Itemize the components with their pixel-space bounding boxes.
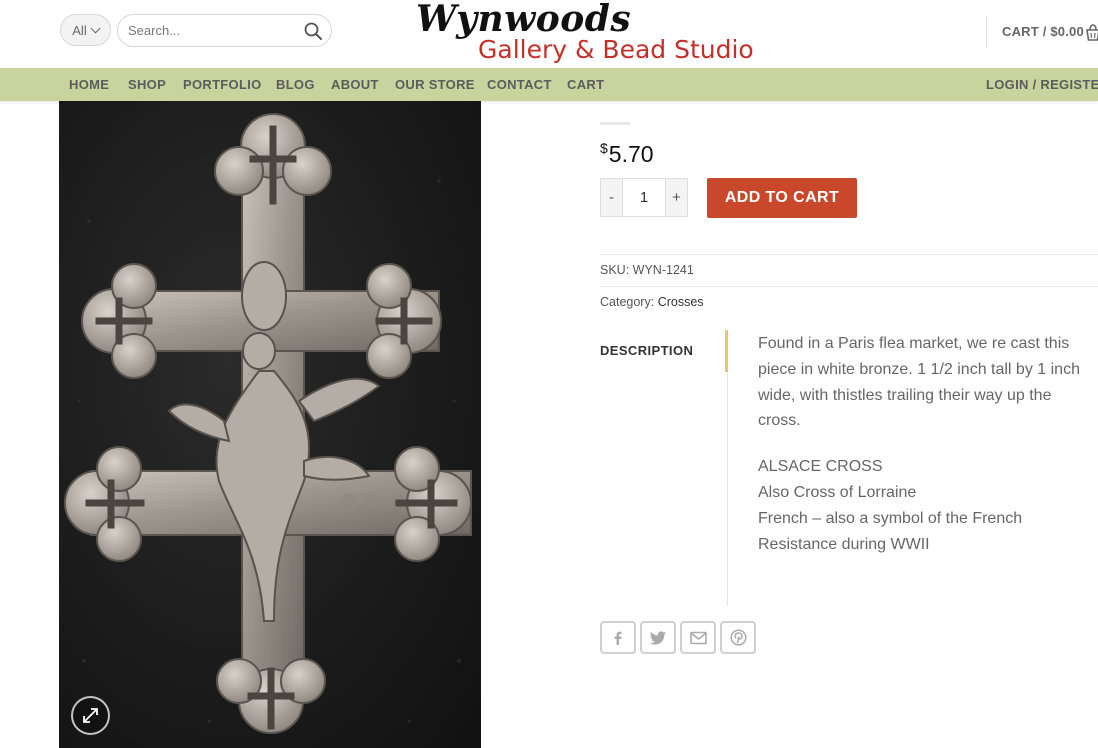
- nav-item-about[interactable]: ABOUT: [331, 77, 379, 92]
- search-category-select[interactable]: All: [60, 14, 111, 46]
- zoom-button[interactable]: [71, 696, 110, 735]
- quantity-stepper: - +: [600, 178, 688, 217]
- description-line: ALSACE CROSS: [758, 458, 883, 476]
- nav-item-cart[interactable]: CART: [567, 77, 604, 92]
- product-sku: SKU: WYN-1241: [600, 263, 694, 277]
- category-link[interactable]: Crosses: [658, 295, 704, 309]
- category-label: Category:: [600, 295, 655, 309]
- share-facebook-button[interactable]: [600, 621, 636, 654]
- search-field-wrap: [117, 14, 332, 47]
- twitter-icon: [649, 630, 666, 645]
- nav-item-shop[interactable]: SHOP: [128, 77, 166, 92]
- facebook-icon: [614, 631, 622, 645]
- add-to-cart-button[interactable]: ADD TO CART: [707, 178, 857, 218]
- main-nav: HOME SHOP PORTFOLIO BLOG ABOUT OUR STORE…: [0, 68, 1098, 101]
- cross-pendant-illustration: [64, 113, 472, 734]
- nav-item-blog[interactable]: BLOG: [276, 77, 315, 92]
- search-category-label: All: [72, 22, 87, 38]
- divider: [600, 286, 1098, 287]
- site-header: All Wynwoods Gallery & Bead Studio CART …: [0, 0, 1098, 68]
- tab-description[interactable]: DESCRIPTION: [600, 343, 693, 358]
- nav-item-our-store[interactable]: OUR STORE: [395, 77, 475, 92]
- sku-value: WYN-1241: [632, 263, 694, 277]
- product-description: Found in a Paris flea market, we re cast…: [758, 331, 1088, 557]
- share-email-button[interactable]: [680, 621, 716, 654]
- description-line: French – also a symbol of the French Res…: [758, 509, 1023, 553]
- sku-label: SKU:: [600, 263, 630, 277]
- description-line: Also Cross of Lorraine: [758, 483, 917, 501]
- nav-item-portfolio[interactable]: PORTFOLIO: [183, 77, 262, 92]
- logo-line-1: Wynwoods: [416, 0, 632, 40]
- search-icon[interactable]: [303, 21, 323, 41]
- nav-item-home[interactable]: HOME: [69, 77, 109, 92]
- product-category: Category: Crosses: [600, 295, 704, 309]
- header-divider: [986, 16, 987, 48]
- product-image[interactable]: [59, 101, 481, 748]
- share-buttons: [600, 621, 756, 654]
- email-icon: [689, 631, 707, 644]
- qty-plus-button[interactable]: +: [665, 179, 687, 216]
- pinterest-icon: [729, 629, 747, 646]
- search-input[interactable]: [118, 15, 288, 46]
- divider: [600, 254, 1098, 255]
- description-paragraph: Found in a Paris flea market, we re cast…: [758, 335, 1080, 430]
- qty-minus-button[interactable]: -: [601, 179, 623, 216]
- search-form: All: [60, 14, 332, 47]
- basket-icon[interactable]: [1085, 22, 1098, 42]
- tab-active-indicator: [725, 330, 728, 372]
- price-amount: 5.70: [608, 141, 654, 167]
- site-logo[interactable]: Wynwoods Gallery & Bead Studio: [412, 0, 757, 68]
- login-register-link[interactable]: LOGIN / REGISTER: [986, 77, 1098, 92]
- share-twitter-button[interactable]: [640, 621, 676, 654]
- chevron-down-icon: [90, 23, 101, 33]
- product-price: $5.70: [600, 140, 654, 168]
- title-divider: [600, 122, 630, 125]
- logo-line-2: Gallery & Bead Studio: [478, 35, 754, 64]
- price-currency: $: [600, 140, 608, 156]
- share-pinterest-button[interactable]: [720, 621, 756, 654]
- nav-item-contact[interactable]: CONTACT: [487, 77, 552, 92]
- expand-icon: [83, 708, 98, 723]
- header-cart-link[interactable]: CART / $0.00: [1002, 24, 1084, 39]
- qty-input[interactable]: [623, 179, 665, 216]
